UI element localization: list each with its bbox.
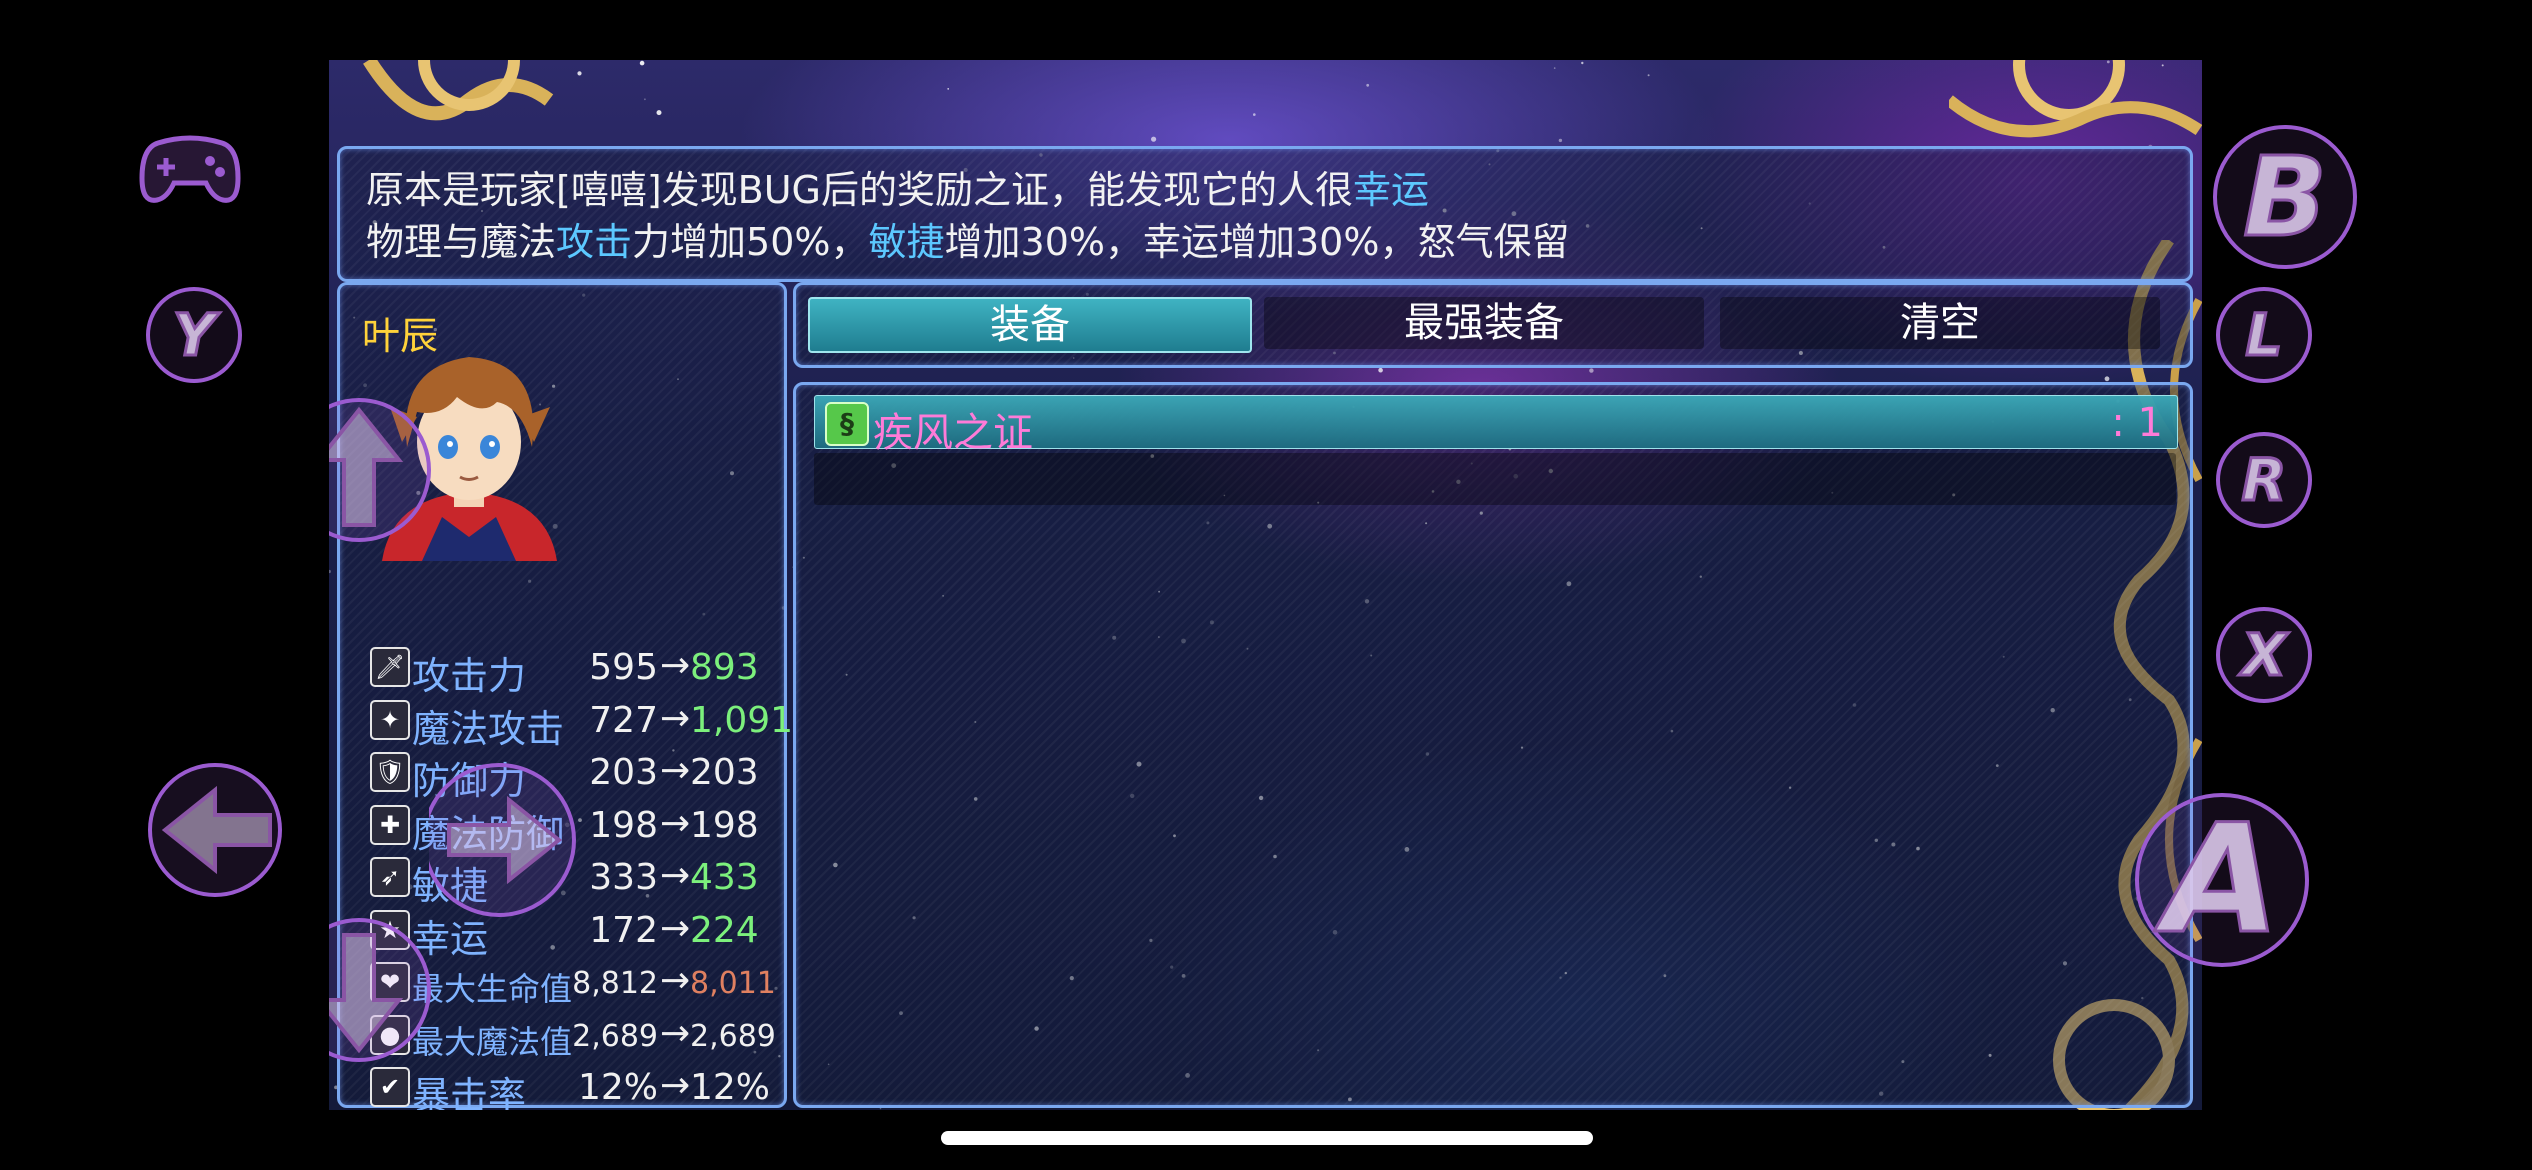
optimize-equip-button[interactable]: 最强装备 bbox=[1264, 297, 1704, 349]
star bbox=[1253, 113, 1256, 116]
help-text: 物理与魔法 bbox=[366, 220, 557, 264]
stat-current-value: 727 bbox=[589, 700, 658, 741]
stat-new-value: 1,091 bbox=[690, 700, 794, 741]
dpad-up-button[interactable] bbox=[329, 390, 439, 550]
stat-new-value: 12% bbox=[690, 1067, 771, 1108]
star bbox=[1366, 83, 1370, 87]
magic-wand-icon: ✦ bbox=[370, 700, 410, 740]
star bbox=[1378, 367, 1383, 373]
home-indicator[interactable] bbox=[941, 1131, 1593, 1145]
stat-new-value: 224 bbox=[690, 910, 759, 951]
l-button[interactable]: L bbox=[2214, 285, 2314, 385]
stat-row: ✦ 魔法攻击 727 → 1,091 bbox=[370, 694, 793, 751]
stat-arrow: → bbox=[660, 908, 691, 949]
star bbox=[639, 60, 645, 66]
stat-arrow: → bbox=[660, 645, 691, 686]
stat-label: 暴击率 bbox=[412, 1074, 527, 1110]
list-item[interactable]: § 疾风之证 : 1 bbox=[814, 395, 2178, 456]
b-button[interactable]: B bbox=[2210, 122, 2360, 272]
r-button[interactable]: R bbox=[2214, 430, 2314, 530]
help-highlight-text: 敏捷 bbox=[868, 220, 945, 264]
stat-arrow: → bbox=[660, 750, 691, 791]
star bbox=[656, 110, 662, 116]
gold-ornament-top-right bbox=[1949, 60, 2202, 138]
help-text: 力增加50%， bbox=[632, 220, 869, 264]
equip-command-window: 装备 最强装备 清空 bbox=[793, 282, 2193, 368]
stat-new-value: 198 bbox=[690, 805, 759, 846]
equip-button[interactable]: 装备 bbox=[808, 297, 1252, 353]
game-screen: 原本是玩家[嘻嘻]发现BUG后的奖励之证，能发现它的人很幸运 物理与魔法攻击力增… bbox=[329, 60, 2202, 1110]
stat-arrow: → bbox=[660, 803, 691, 844]
help-window: 原本是玩家[嘻嘻]发现BUG后的奖励之证，能发现它的人很幸运 物理与魔法攻击力增… bbox=[337, 146, 2193, 282]
stat-new-value: 433 bbox=[690, 857, 759, 898]
help-highlight-text: 攻击 bbox=[556, 220, 633, 264]
star bbox=[2161, 64, 2164, 67]
critical-icon: ✔ bbox=[370, 1067, 410, 1107]
star bbox=[2106, 60, 2110, 64]
stat-label: 魔法攻击 bbox=[412, 707, 565, 751]
shield-icon: 🛡 bbox=[370, 752, 410, 792]
star bbox=[1589, 368, 1594, 373]
help-line-1: 原本是玩家[嘻嘻]发现BUG后的奖励之证，能发现它的人很幸运 bbox=[366, 159, 1429, 214]
a-button[interactable]: A bbox=[2132, 790, 2312, 970]
list-item-empty[interactable] bbox=[814, 453, 2176, 505]
item-name: 疾风之证 bbox=[873, 410, 1033, 456]
stat-arrow: → bbox=[660, 1013, 691, 1054]
star bbox=[1647, 74, 1650, 77]
stat-arrow: → bbox=[660, 1065, 691, 1106]
stat-current-value: 12% bbox=[577, 1067, 658, 1108]
stat-arrow: → bbox=[660, 855, 691, 896]
sword-icon: 🗡 bbox=[370, 647, 410, 687]
magic-defense-icon: ✚ bbox=[370, 805, 410, 845]
help-line-2: 物理与魔法攻击力增加50%，敏捷增加30%，幸运增加30%，怒气保留 bbox=[366, 211, 1569, 266]
stat-current-value: 595 bbox=[589, 647, 658, 688]
stat-arrow: → bbox=[660, 698, 691, 739]
stat-new-value: 8,011 bbox=[690, 966, 776, 1001]
help-text: 原本是玩家[嘻嘻]发现BUG后的奖励之证，能发现它的人很 bbox=[366, 168, 1353, 212]
help-highlight-text: 幸运 bbox=[1352, 168, 1429, 212]
stat-new-value: 203 bbox=[690, 752, 759, 793]
dpad-left-button[interactable] bbox=[145, 760, 285, 900]
stat-current-value: 2,689 bbox=[572, 1019, 658, 1054]
star bbox=[1151, 136, 1157, 142]
x-button[interactable]: X bbox=[2214, 605, 2314, 705]
dpad-down-button[interactable] bbox=[329, 910, 439, 1070]
star bbox=[1558, 138, 1563, 143]
clear-equip-button[interactable]: 清空 bbox=[1720, 297, 2160, 349]
stat-new-value: 893 bbox=[690, 647, 759, 688]
gamepad-icon[interactable] bbox=[138, 128, 242, 208]
stat-row: 🗡 攻击力 595 → 893 bbox=[370, 641, 780, 698]
star bbox=[2104, 376, 2110, 382]
star bbox=[1553, 67, 1556, 69]
gold-ornament-top-left bbox=[363, 60, 554, 121]
y-button[interactable]: Y bbox=[144, 285, 244, 385]
help-text: 增加30%，幸运增加30%，怒气保留 bbox=[944, 220, 1570, 264]
stat-current-value: 8,812 bbox=[572, 966, 658, 1001]
equip-item-window: § 疾风之证 : 1 bbox=[793, 382, 2193, 1108]
item-count: : 1 bbox=[2111, 400, 2163, 446]
stat-new-value: 2,689 bbox=[690, 1019, 776, 1054]
star bbox=[577, 71, 582, 76]
stat-arrow: → bbox=[660, 960, 691, 1001]
star bbox=[947, 88, 950, 90]
dpad-right-button[interactable] bbox=[429, 750, 609, 930]
star bbox=[329, 569, 331, 574]
boot-icon: ➶ bbox=[370, 857, 410, 897]
scroll-icon: § bbox=[825, 402, 869, 446]
star bbox=[1581, 61, 1584, 65]
stat-label: 攻击力 bbox=[412, 654, 527, 698]
star bbox=[644, 98, 646, 101]
